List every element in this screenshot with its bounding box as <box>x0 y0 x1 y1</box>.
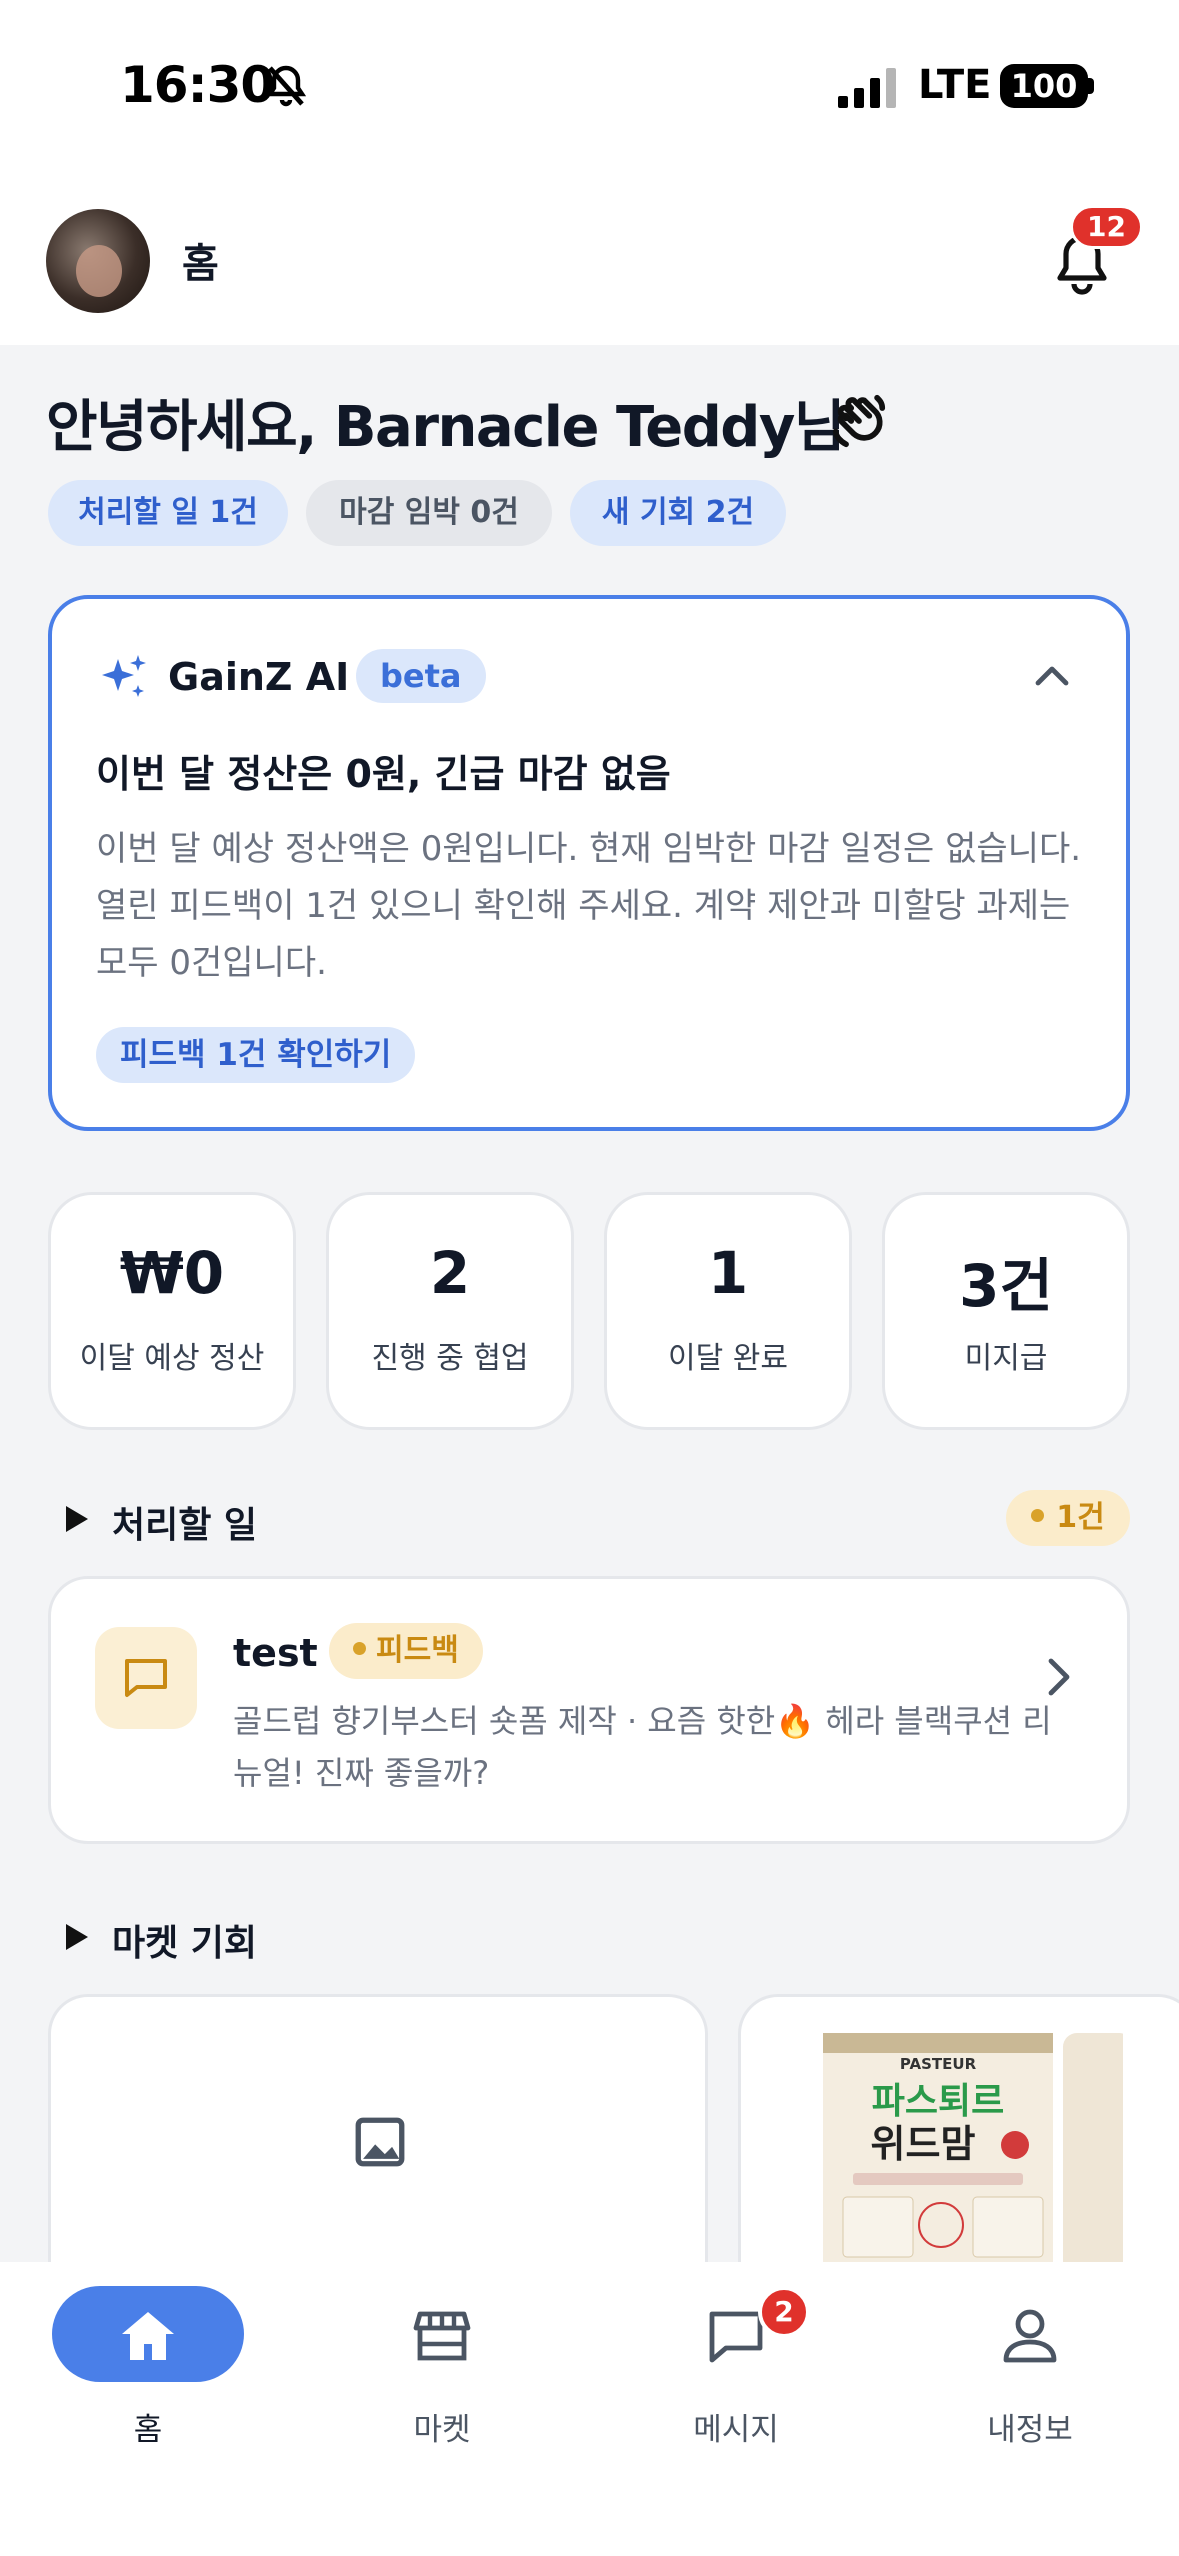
waving-hand-icon <box>832 394 886 448</box>
stat-value: 2 <box>429 1239 471 1307</box>
chip-deadline[interactable]: 마감 임박 0건 <box>306 480 552 546</box>
todo-count: 1건 <box>1056 1500 1105 1535</box>
tab-messages[interactable]: 2 메시지 <box>616 2286 856 2486</box>
stat-value: ₩0 <box>119 1239 225 1307</box>
greeting-text: 안녕하세요, Barnacle Teddy님 <box>46 395 845 460</box>
tab-market[interactable]: 마켓 <box>322 2286 562 2486</box>
task-type-label: 피드백 <box>376 1633 459 1668</box>
notification-badge: 12 <box>1070 205 1143 249</box>
status-time: 16:30 <box>120 56 275 114</box>
store-icon <box>413 2311 471 2361</box>
bell-off-icon <box>265 65 307 107</box>
task-title: test <box>233 1631 318 1675</box>
stat-label: 진행 중 협업 <box>371 1341 529 1376</box>
stat-label: 미지급 <box>964 1341 1048 1376</box>
product-image: PASTEUR 파스퇴르 위드맘 <box>823 2033 1123 2284</box>
chat-icon <box>709 2311 763 2363</box>
message-square-icon <box>125 1659 167 1697</box>
market-card[interactable]: PASTEUR 파스퇴르 위드맘 <box>738 1994 1179 2284</box>
stat-completed-month[interactable]: 1 이달 완료 <box>604 1192 852 1430</box>
task-description: 골드럽 향기부스터 숏폼 제작 · 요즘 핫한🔥 헤라 블랙쿠션 리뉴얼! 진짜… <box>233 1702 1052 1792</box>
task-icon-box <box>95 1627 197 1729</box>
sparkle-icon <box>102 655 146 697</box>
product-name-line2: 위드맘 <box>871 2122 976 2166</box>
todo-count-badge: 1건 <box>1006 1490 1130 1546</box>
product-brand: PASTEUR <box>900 2055 977 2073</box>
task-type-badge: 피드백 <box>329 1623 483 1679</box>
task-card[interactable]: test 피드백 골드럽 향기부스터 숏폼 제작 · 요즘 핫한🔥 헤라 블랙쿠… <box>48 1576 1130 1844</box>
network-type: LTE <box>918 62 992 108</box>
user-icon <box>1003 2309 1057 2363</box>
ai-card-title: GainZ AI <box>168 655 350 699</box>
ai-summary-card: GainZ AI beta 이번 달 정산은 0원, 긴급 마감 없음 이번 달… <box>48 595 1130 1131</box>
battery-icon <box>1088 78 1094 94</box>
status-bar: 16:30 LTE 100 <box>0 0 1179 175</box>
caret-right-icon[interactable] <box>64 1504 90 1534</box>
chip-todo[interactable]: 처리할 일 1건 <box>48 480 288 546</box>
tab-bar: 홈 마켓 2 메시지 내정보 <box>0 2262 1179 2556</box>
tab-label: 메시지 <box>693 2412 779 2448</box>
stat-value: 3건 <box>959 1252 1053 1320</box>
status-dot <box>1031 1509 1045 1522</box>
home-icon <box>122 2312 174 2360</box>
avatar[interactable] <box>46 209 150 313</box>
check-feedback-button[interactable]: 피드백 1건 확인하기 <box>96 1027 416 1083</box>
market-card[interactable] <box>48 1994 708 2284</box>
app-header: 홈 12 <box>0 175 1179 345</box>
chevron-right-icon[interactable] <box>1045 1655 1073 1699</box>
todo-section-title[interactable]: 처리할 일 <box>112 1496 257 1548</box>
stat-active-collabs[interactable]: 2 진행 중 협업 <box>326 1192 574 1430</box>
image-placeholder-icon <box>355 2117 405 2167</box>
stat-expected-settlement[interactable]: ₩0 이달 예상 정산 <box>48 1192 296 1430</box>
ai-card-body: 이번 달 예상 정산액은 0원입니다. 현재 임박한 마감 일정은 없습니다. … <box>96 829 1082 983</box>
signal-icon <box>838 68 896 108</box>
tab-home[interactable]: 홈 <box>28 2286 268 2486</box>
chip-new-opportunity[interactable]: 새 기회 2건 <box>570 480 786 546</box>
ai-card-headline: 이번 달 정산은 0원, 긴급 마감 없음 <box>96 752 671 796</box>
tab-label: 내정보 <box>987 2412 1073 2448</box>
page-title: 홈 <box>182 241 219 287</box>
caret-right-icon[interactable] <box>64 1922 90 1952</box>
beta-badge: beta <box>356 649 486 703</box>
stat-value: 1 <box>707 1239 749 1307</box>
chevron-up-icon[interactable] <box>1032 659 1072 691</box>
stat-label: 이달 완료 <box>668 1341 788 1376</box>
status-dot <box>353 1642 366 1655</box>
product-name-line1: 파스퇴르 <box>872 2081 1004 2122</box>
battery-level: 100 <box>1000 64 1088 108</box>
tab-profile[interactable]: 내정보 <box>910 2286 1150 2486</box>
stat-label: 이달 예상 정산 <box>79 1341 265 1376</box>
stat-unpaid[interactable]: 3건 미지급 <box>882 1192 1130 1430</box>
tab-label: 마켓 <box>413 2412 471 2448</box>
tab-label: 홈 <box>133 2412 163 2448</box>
message-badge: 2 <box>758 2286 810 2338</box>
market-section-title[interactable]: 마켓 기회 <box>112 1914 257 1966</box>
